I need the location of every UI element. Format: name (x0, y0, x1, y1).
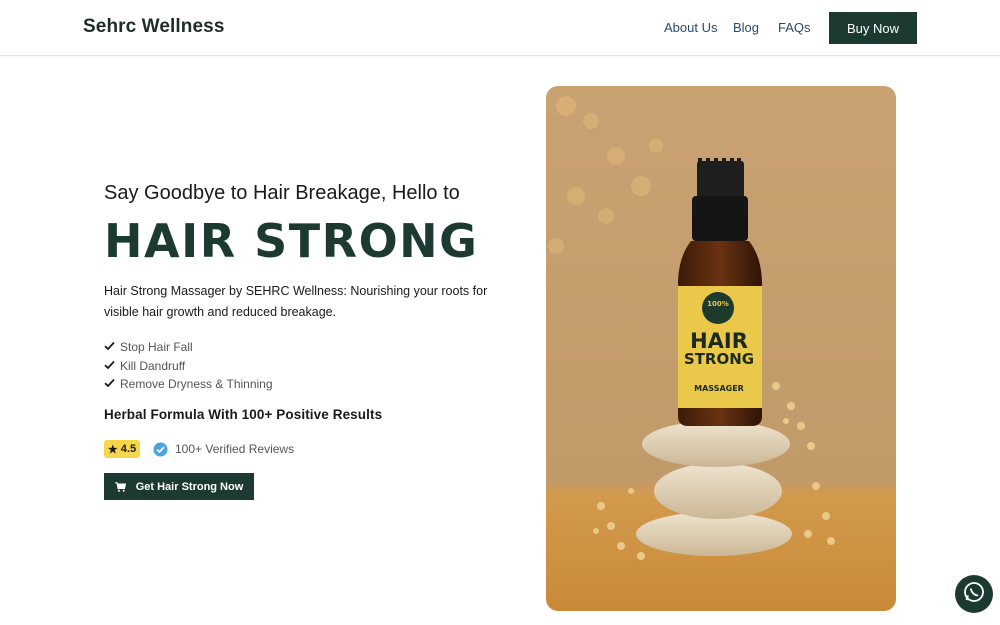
get-hair-strong-button[interactable]: Get Hair Strong Now (104, 473, 254, 500)
brand-logo[interactable]: Sehrc Wellness (83, 16, 225, 38)
star-icon: ★ (107, 443, 118, 456)
feature-list: Stop Hair Fall Kill Dandruff Remove Dryn… (104, 338, 273, 394)
formula-heading: Herbal Formula With 100+ Positive Result… (104, 407, 383, 422)
whatsapp-button[interactable] (955, 575, 993, 613)
whatsapp-icon (963, 581, 985, 608)
check-icon (104, 378, 120, 390)
hero-subheading: Say Goodbye to Hair Breakage, Hello to (104, 182, 460, 204)
rating-badge: ★ 4.5 (104, 440, 140, 458)
verified-badge-icon (153, 442, 168, 457)
site-header: Sehrc Wellness About Us Blog FAQs Buy No… (0, 0, 1000, 56)
feature-text: Stop Hair Fall (120, 340, 193, 355)
nav-about-us[interactable]: About Us (664, 20, 717, 35)
buy-now-button[interactable]: Buy Now (829, 12, 917, 44)
check-icon (104, 341, 120, 353)
product-image: 100% HAIR STRONG MASSAGER (546, 86, 896, 611)
feature-item: Remove Dryness & Thinning (104, 375, 273, 394)
label-line2: STRONG (684, 350, 754, 368)
nav-blog[interactable]: Blog (733, 20, 759, 35)
feature-item: Stop Hair Fall (104, 338, 273, 357)
check-icon (104, 360, 120, 372)
cart-icon (114, 481, 126, 492)
cta-label: Get Hair Strong Now (135, 480, 244, 493)
feature-item: Kill Dandruff (104, 357, 273, 376)
reviews-count: 100+ Verified Reviews (175, 442, 295, 456)
rating-value: 4.5 (120, 443, 137, 455)
feature-text: Kill Dandruff (120, 358, 186, 373)
hero-description: Hair Strong Massager by SEHRC Wellness: … (104, 284, 488, 319)
label-line3: MASSAGER (694, 384, 744, 393)
label-badge: 100% (707, 300, 729, 308)
nav-faqs[interactable]: FAQs (778, 20, 811, 35)
hero-title: HAIR STRONG (104, 214, 479, 268)
feature-text: Remove Dryness & Thinning (120, 377, 273, 392)
